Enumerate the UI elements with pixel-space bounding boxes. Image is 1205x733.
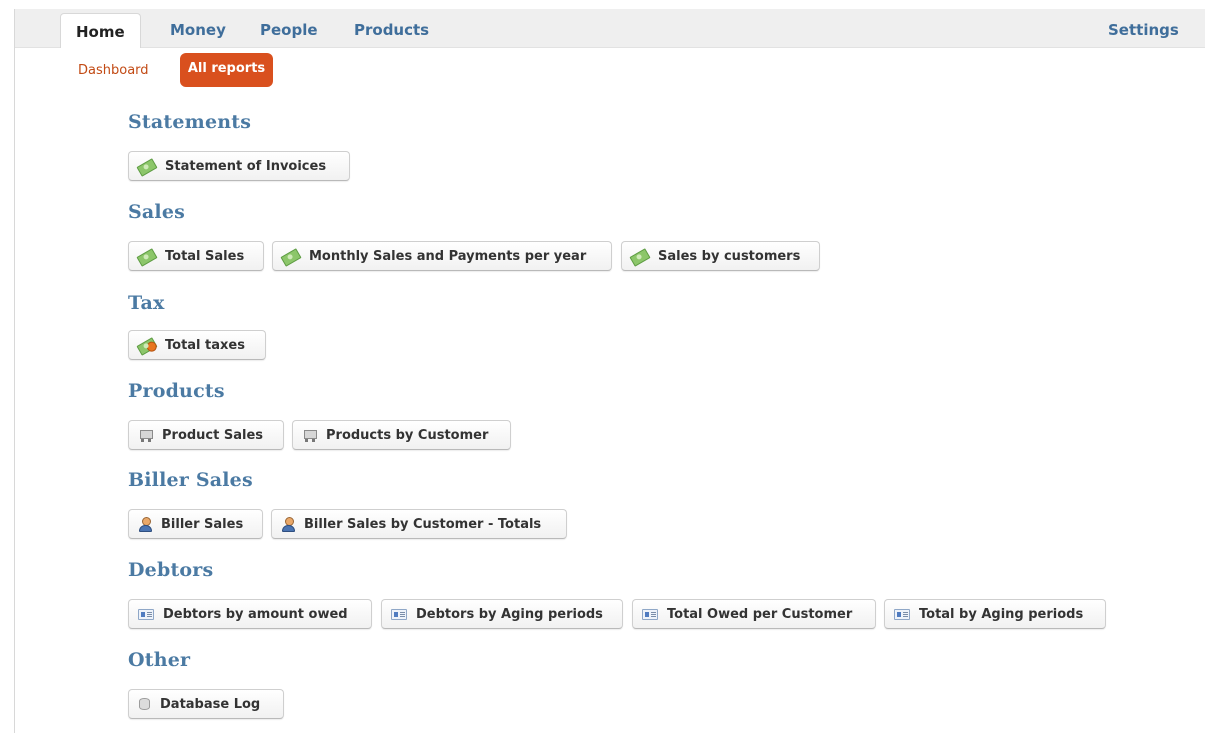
report-button-debtors-by-aging[interactable]: Debtors by Aging periods — [381, 599, 623, 629]
tab-home[interactable]: Home — [60, 13, 141, 48]
report-button-label: Total by Aging periods — [919, 606, 1084, 622]
cart-icon — [302, 429, 317, 442]
report-button-total-taxes[interactable]: Total taxes — [128, 330, 266, 360]
report-button-label: Sales by customers — [658, 248, 801, 264]
tab-products[interactable]: Products — [354, 21, 429, 39]
section-title-tax: Tax — [128, 292, 165, 314]
main-tab-bar: Home Money People Products Settings — [15, 9, 1205, 48]
user-icon — [138, 516, 152, 532]
report-button-database-log[interactable]: Database Log — [128, 689, 284, 719]
report-button-product-sales[interactable]: Product Sales — [128, 420, 284, 450]
report-button-label: Monthly Sales and Payments per year — [309, 248, 587, 264]
report-button-monthly-sales[interactable]: Monthly Sales and Payments per year — [272, 241, 612, 271]
report-button-label: Total Sales — [165, 248, 245, 264]
cart-icon — [138, 429, 153, 442]
money-icon — [136, 158, 158, 177]
report-button-total-owed[interactable]: Total Owed per Customer — [632, 599, 876, 629]
report-button-total-by-aging[interactable]: Total by Aging periods — [884, 599, 1106, 629]
card-icon — [642, 608, 658, 620]
report-button-label: Debtors by amount owed — [163, 606, 348, 622]
tab-settings[interactable]: Settings — [1108, 21, 1179, 39]
database-icon — [138, 697, 151, 711]
subnav-all-reports[interactable]: All reports — [180, 53, 273, 87]
report-button-sales-by-customers[interactable]: Sales by customers — [621, 241, 820, 271]
report-button-label: Total taxes — [165, 337, 245, 353]
report-button-products-by-customer[interactable]: Products by Customer — [292, 420, 511, 450]
report-button-label: Database Log — [160, 696, 261, 712]
section-title-sales: Sales — [128, 201, 186, 223]
report-button-label: Total Owed per Customer — [667, 606, 853, 622]
money-icon — [136, 248, 158, 267]
report-button-debtors-by-amount[interactable]: Debtors by amount owed — [128, 599, 372, 629]
report-button-label: Debtors by Aging periods — [416, 606, 603, 622]
section-title-products: Products — [128, 380, 225, 402]
section-title-biller-sales: Biller Sales — [128, 469, 253, 491]
tab-people[interactable]: People — [260, 21, 318, 39]
user-icon — [281, 516, 295, 532]
page-frame: Home Money People Products Settings Dash… — [14, 9, 1205, 733]
card-icon — [391, 608, 407, 620]
report-button-biller-sales[interactable]: Biller Sales — [128, 509, 263, 539]
money-tax-icon — [136, 337, 159, 356]
report-button-label: Statement of Invoices — [165, 158, 327, 174]
report-button-biller-sales-by-customer[interactable]: Biller Sales by Customer - Totals — [271, 509, 567, 539]
report-button-label: Products by Customer — [326, 427, 489, 443]
report-button-label: Product Sales — [162, 427, 264, 443]
report-button-label: Biller Sales — [161, 516, 244, 532]
card-icon — [894, 608, 910, 620]
money-icon — [280, 248, 302, 267]
tab-money[interactable]: Money — [170, 21, 226, 39]
report-button-statement-of-invoices[interactable]: Statement of Invoices — [128, 151, 350, 181]
subnav-dashboard[interactable]: Dashboard — [78, 63, 149, 78]
section-title-other: Other — [128, 649, 191, 671]
section-title-statements: Statements — [128, 111, 252, 133]
card-icon — [138, 608, 154, 620]
report-button-label: Biller Sales by Customer - Totals — [304, 516, 542, 532]
section-title-debtors: Debtors — [128, 559, 214, 581]
money-icon — [629, 248, 651, 267]
report-button-total-sales[interactable]: Total Sales — [128, 241, 264, 271]
